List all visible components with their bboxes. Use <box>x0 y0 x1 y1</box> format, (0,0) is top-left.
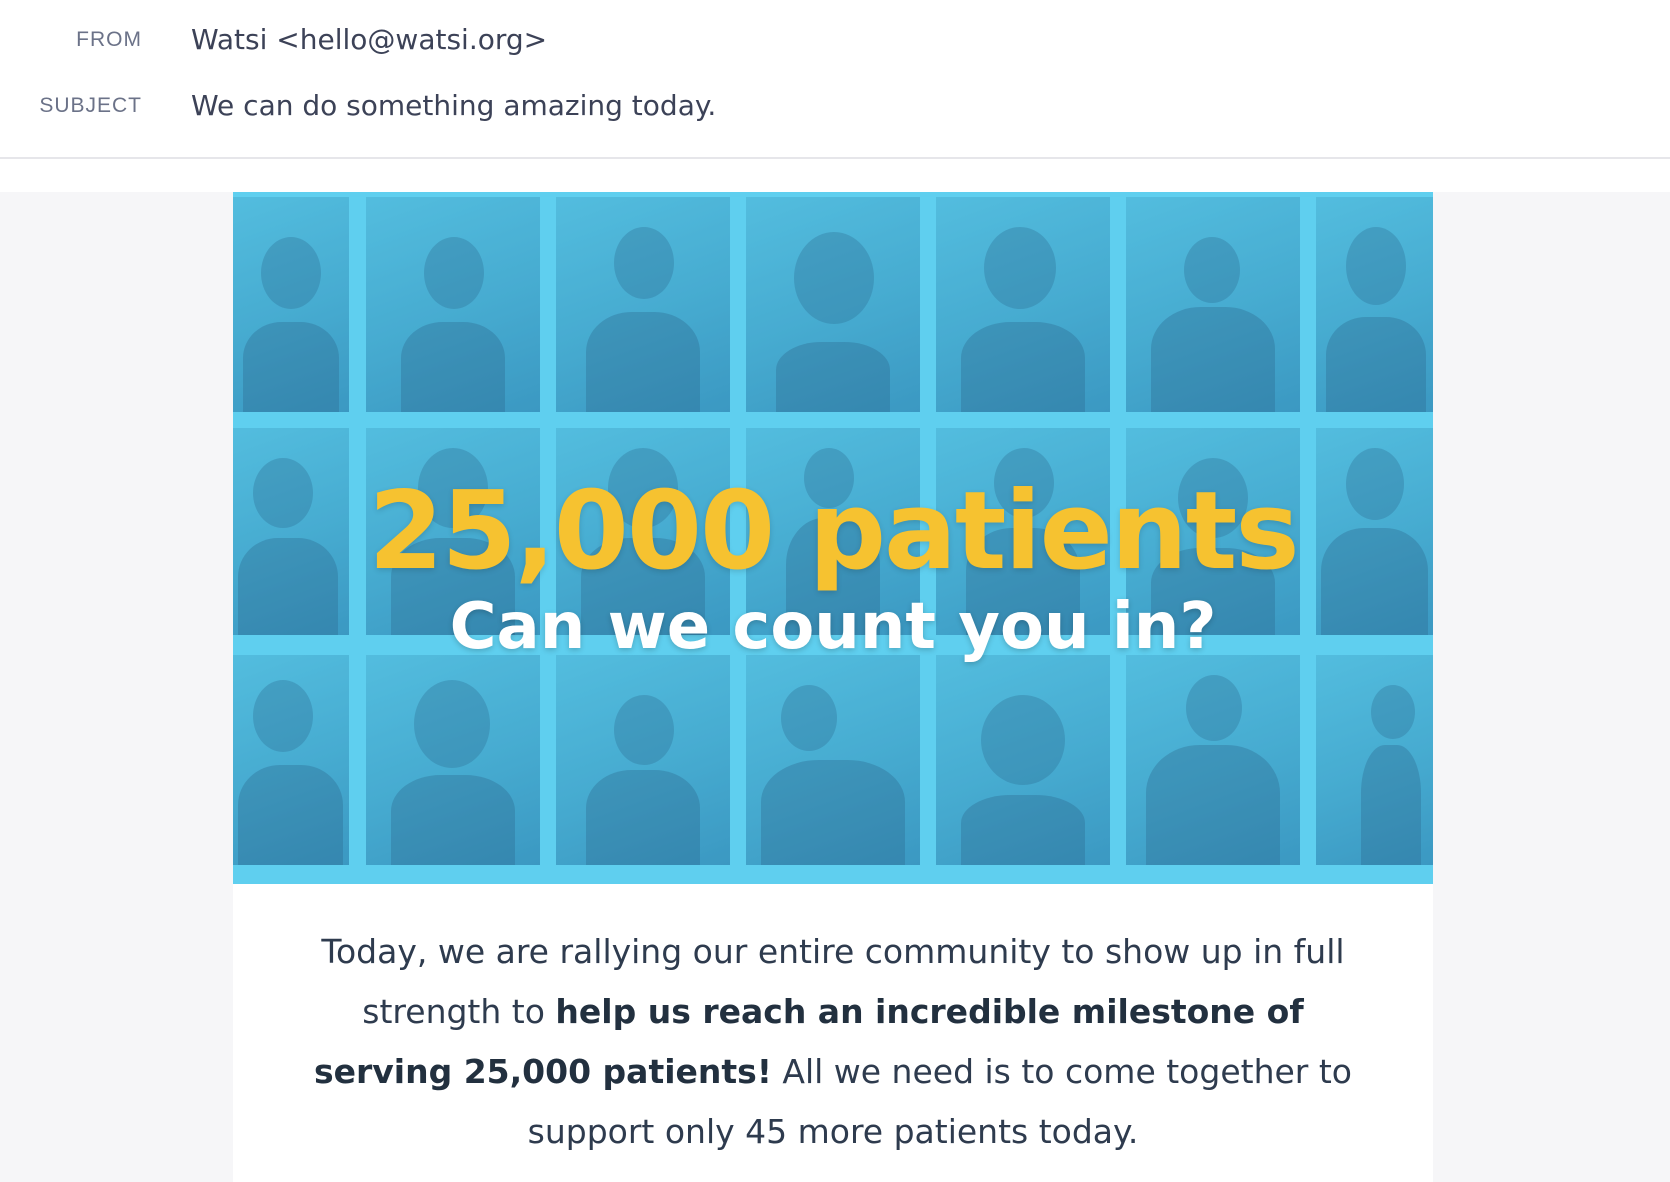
intro-paragraph: Today, we are rallying our entire commun… <box>303 922 1363 1162</box>
from-label: FROM <box>76 28 142 51</box>
from-value[interactable]: Watsi <hello@watsi.org> <box>191 23 547 56</box>
subject-value: We can do something amazing today. <box>191 89 717 122</box>
subject-row: SUBJECT We can do something amazing toda… <box>0 86 1670 126</box>
email-content: 25,000 patients Can we count you in? Tod… <box>233 192 1433 1182</box>
hero-title: 25,000 patients <box>368 469 1299 594</box>
subject-label: SUBJECT <box>39 94 142 117</box>
hero-subtitle: Can we count you in? <box>449 590 1217 664</box>
from-row: FROM Watsi <hello@watsi.org> <box>0 20 1670 60</box>
email-header: FROM Watsi <hello@watsi.org> SUBJECT We … <box>0 0 1670 159</box>
hero-banner-image[interactable]: 25,000 patients Can we count you in? <box>233 192 1433 884</box>
